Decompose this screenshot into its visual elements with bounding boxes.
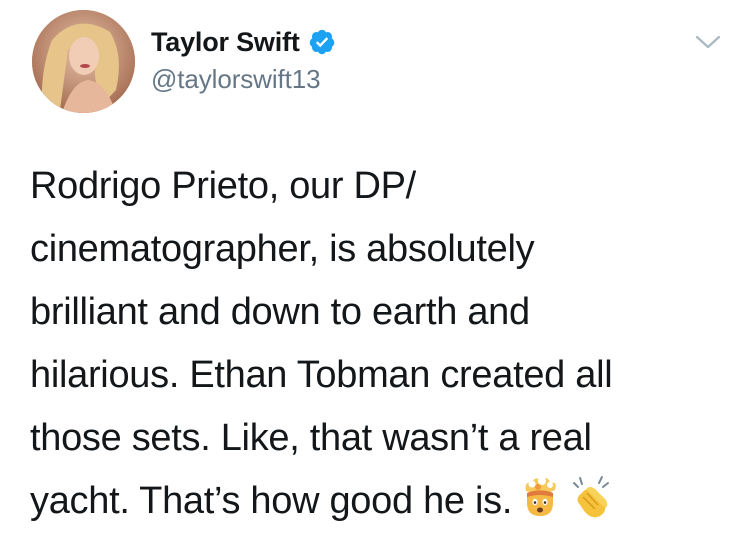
- tweet-text-line: hilarious. Ethan Tobman created all: [30, 354, 613, 396]
- profile-photo-icon: [32, 10, 135, 113]
- tweet-text-line: those sets. Like, that wasn’t a real: [30, 417, 592, 459]
- tweet-text-line: cinematographer, is absolutely: [30, 228, 535, 270]
- tweet-card: Taylor Swift @taylorswift13 Rodrigo Prie…: [0, 0, 750, 547]
- tweet-text-line: brilliant and down to earth and: [30, 291, 530, 333]
- tweet-text-line: yacht. That’s how good he is.: [30, 480, 513, 522]
- user-info: Taylor Swift @taylorswift13: [151, 22, 336, 95]
- user-handle[interactable]: @taylorswift13: [151, 64, 336, 95]
- exploding-head-icon: [525, 477, 556, 516]
- display-name[interactable]: Taylor Swift: [151, 27, 300, 58]
- tweet-text-line: Rodrigo Prieto, our DP/: [30, 165, 416, 207]
- tweet-text-line-last: yacht. That’s how good he is.: [30, 470, 730, 533]
- verified-badge-icon: [309, 29, 334, 55]
- avatar[interactable]: [32, 10, 135, 113]
- tweet-text: Rodrigo Prieto, our DP/ cinematographer,…: [30, 155, 730, 533]
- chevron-down-icon[interactable]: [694, 32, 722, 52]
- clapping-hands-icon: [573, 476, 610, 518]
- name-row: Taylor Swift: [151, 22, 336, 62]
